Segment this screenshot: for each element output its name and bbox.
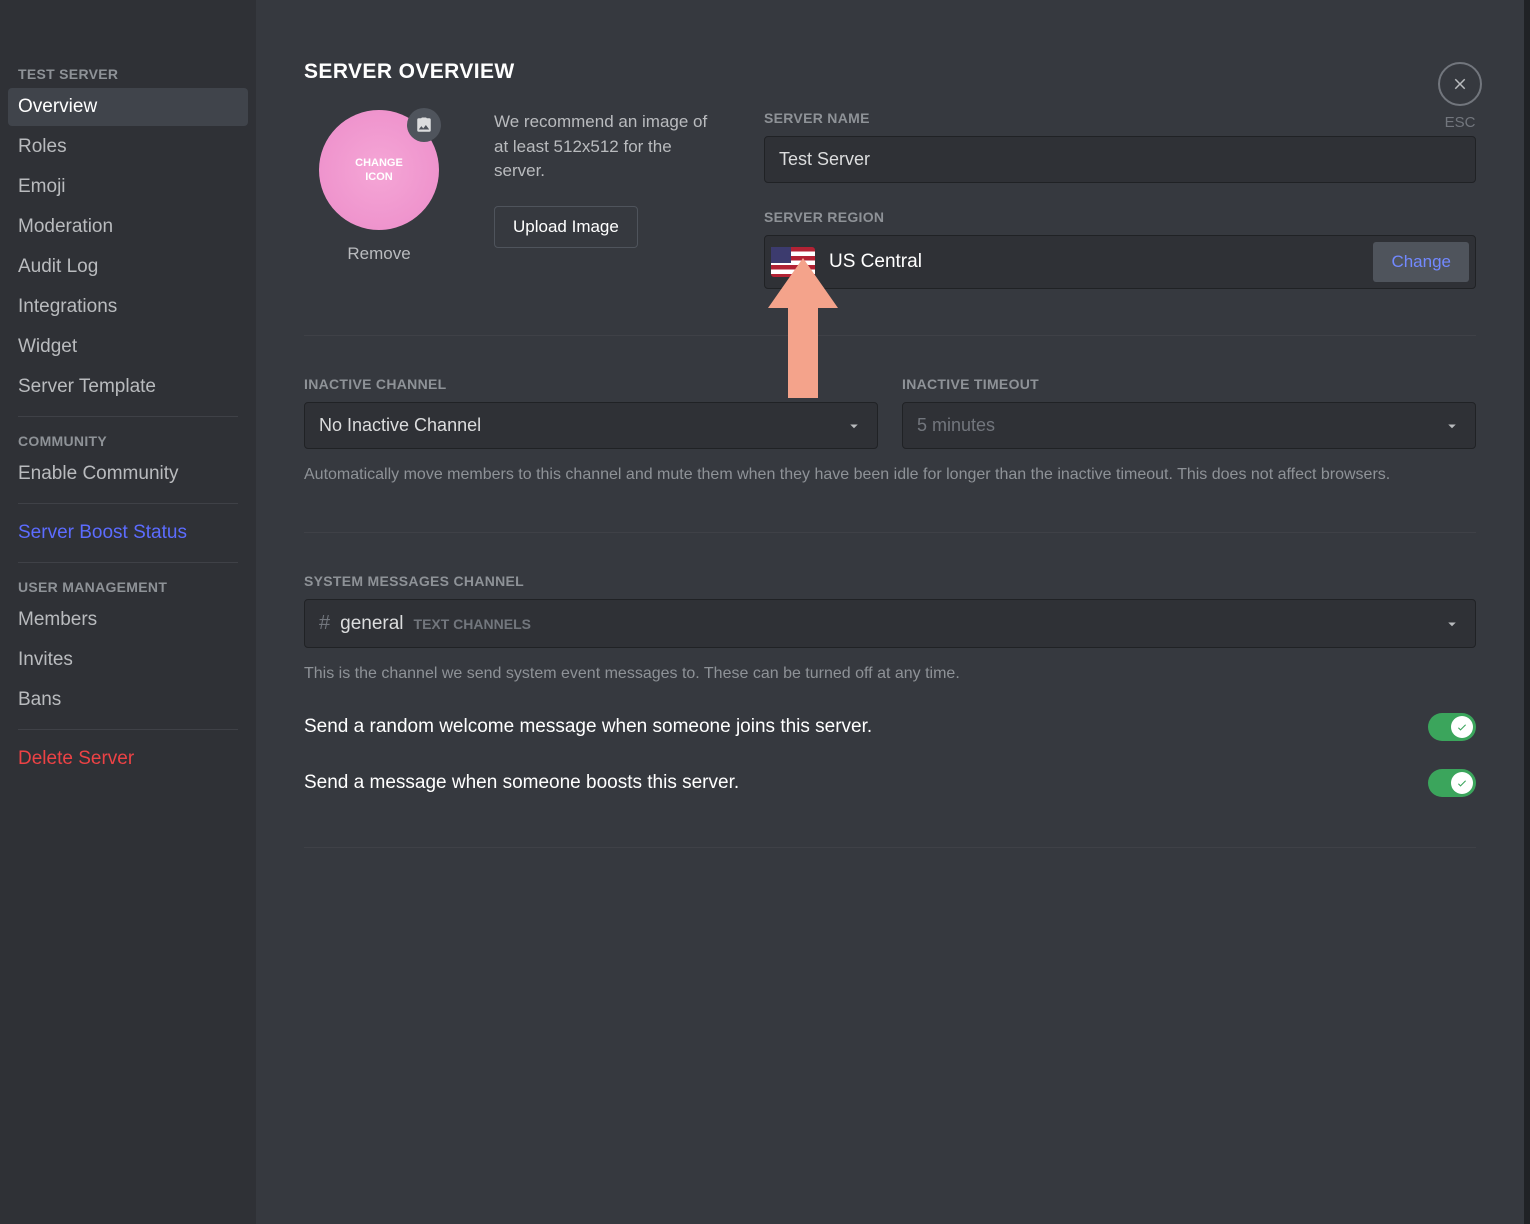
welcome-message-toggle[interactable] [1428, 713, 1476, 741]
sidebar-item-members[interactable]: Members [8, 601, 248, 639]
sidebar-item-integrations[interactable]: Integrations [8, 288, 248, 326]
sidebar-item-boost-status[interactable]: Server Boost Status [8, 514, 248, 552]
sidebar-item-audit-log[interactable]: Audit Log [8, 248, 248, 286]
change-region-button[interactable]: Change [1373, 242, 1469, 282]
system-channel-select[interactable]: # general TEXT CHANNELS [304, 599, 1476, 648]
us-flag-icon [771, 247, 815, 277]
system-channel-name: general [340, 613, 403, 635]
sidebar-item-bans[interactable]: Bans [8, 681, 248, 719]
remove-icon-link[interactable]: Remove [347, 244, 410, 264]
upload-image-icon[interactable] [407, 108, 441, 142]
system-help-text: This is the channel we send system event… [304, 662, 1476, 685]
sidebar-item-enable-community[interactable]: Enable Community [8, 455, 248, 493]
toggle-knob [1451, 716, 1473, 738]
inactive-help-text: Automatically move members to this chann… [304, 463, 1476, 486]
sidebar-separator [18, 416, 238, 417]
window-edge [1524, 0, 1530, 1224]
sidebar-item-emoji[interactable]: Emoji [8, 168, 248, 206]
server-region-label: SERVER REGION [764, 209, 1476, 225]
close-button[interactable] [1438, 62, 1482, 106]
page-title: SERVER OVERVIEW [304, 60, 1476, 84]
chevron-down-icon [1443, 417, 1461, 435]
section-divider [304, 532, 1476, 533]
chevron-down-icon [845, 417, 863, 435]
settings-sidebar: TEST SERVER Overview Roles Emoji Moderat… [0, 0, 256, 1224]
toggle-knob [1451, 772, 1473, 794]
sidebar-item-roles[interactable]: Roles [8, 128, 248, 166]
chevron-down-icon [1443, 615, 1461, 633]
system-channel-category: TEXT CHANNELS [414, 616, 531, 632]
sidebar-header-user-mgmt: USER MANAGEMENT [8, 573, 248, 601]
sidebar-separator [18, 503, 238, 504]
hash-icon: # [319, 612, 330, 635]
inactive-channel-value: No Inactive Channel [319, 415, 481, 436]
settings-content: SERVER OVERVIEW CHANGE ICON Remove We re… [256, 0, 1524, 1224]
region-name: US Central [829, 251, 1359, 273]
check-icon [1456, 721, 1468, 733]
inactive-channel-label: INACTIVE CHANNEL [304, 376, 878, 392]
inactive-timeout-label: INACTIVE TIMEOUT [902, 376, 1476, 392]
section-divider [304, 847, 1476, 848]
close-icon [1451, 75, 1469, 93]
inactive-timeout-select[interactable]: 5 minutes [902, 402, 1476, 449]
system-channel-label: SYSTEM MESSAGES CHANNEL [304, 573, 1476, 589]
welcome-toggle-label: Send a random welcome message when someo… [304, 716, 872, 738]
sidebar-item-moderation[interactable]: Moderation [8, 208, 248, 246]
sidebar-header-server: TEST SERVER [8, 60, 248, 88]
image-recommendation-text: We recommend an image of at least 512x51… [494, 110, 724, 184]
server-name-label: SERVER NAME [764, 110, 1476, 126]
server-icon-placeholder-text: CHANGE ICON [355, 156, 403, 185]
sidebar-separator [18, 562, 238, 563]
server-name-input[interactable] [764, 136, 1476, 183]
boost-message-toggle[interactable] [1428, 769, 1476, 797]
sidebar-item-overview[interactable]: Overview [8, 88, 248, 126]
server-region-box: US Central Change [764, 235, 1476, 289]
sidebar-separator [18, 729, 238, 730]
check-icon [1456, 777, 1468, 789]
inactive-timeout-value: 5 minutes [917, 415, 995, 436]
sidebar-item-invites[interactable]: Invites [8, 641, 248, 679]
inactive-channel-select[interactable]: No Inactive Channel [304, 402, 878, 449]
boost-toggle-label: Send a message when someone boosts this … [304, 772, 739, 794]
sidebar-item-server-template[interactable]: Server Template [8, 368, 248, 406]
sidebar-item-delete-server[interactable]: Delete Server [8, 740, 248, 778]
section-divider [304, 335, 1476, 336]
server-icon-uploader[interactable]: CHANGE ICON [319, 110, 439, 230]
sidebar-item-widget[interactable]: Widget [8, 328, 248, 366]
upload-image-button[interactable]: Upload Image [494, 206, 638, 248]
esc-label: ESC [1445, 114, 1476, 131]
sidebar-header-community: COMMUNITY [8, 427, 248, 455]
